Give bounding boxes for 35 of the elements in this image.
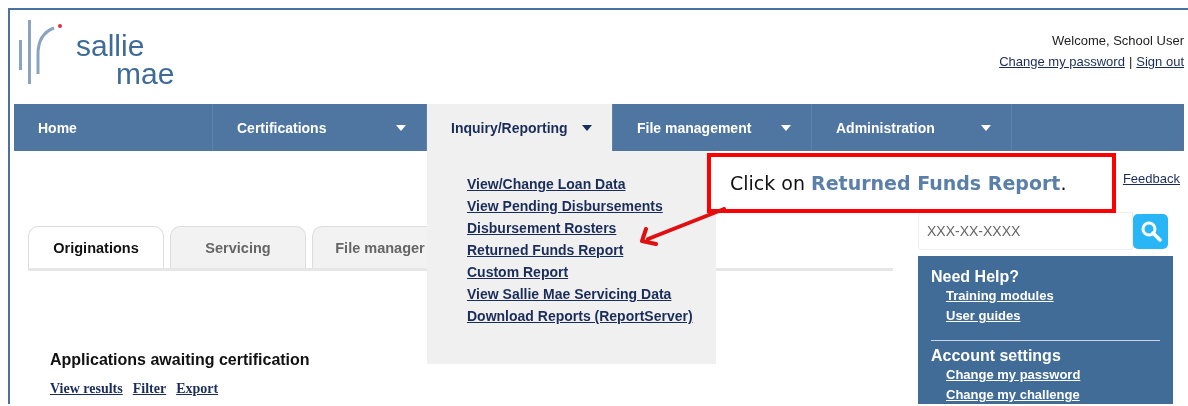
panel-link[interactable]: User guides <box>946 306 1160 326</box>
logo-text: mae <box>115 60 175 88</box>
caret-icon <box>781 124 791 131</box>
panel-link[interactable]: Training modules <box>946 286 1160 306</box>
tab[interactable]: Originations <box>28 226 164 268</box>
welcome-text: Welcome, School User <box>1052 33 1184 48</box>
tab[interactable]: Servicing <box>170 226 306 268</box>
instruction-text: Click on Returned Funds Report. <box>730 172 1067 194</box>
section-title: Applications awaiting certification <box>50 351 310 369</box>
menu-link[interactable]: Custom Report <box>467 261 699 283</box>
search-field[interactable]: XXX-XX-XXXX <box>918 212 1133 250</box>
caret-icon <box>582 124 592 131</box>
caret-icon <box>981 124 991 131</box>
change-password-link[interactable]: Change my password <box>999 54 1125 69</box>
menu-link[interactable]: View Sallie Mae Servicing Data <box>467 283 699 305</box>
panel-link[interactable]: Change my challenge <box>946 385 1160 404</box>
feedback-link[interactable]: Feedback <box>1122 171 1180 186</box>
search-button[interactable] <box>1133 213 1168 249</box>
logo-text: sallie <box>76 32 146 60</box>
menu-link[interactable]: Returned Funds Report <box>467 239 699 261</box>
action-link[interactable]: Export <box>176 381 219 397</box>
panel-heading: Account settings <box>931 347 1062 365</box>
menu-link[interactable]: Disbursement Rosters <box>467 217 699 239</box>
action-link[interactable]: Filter <box>132 381 167 397</box>
separator-text: | <box>1128 54 1133 69</box>
action-link[interactable]: View results <box>50 381 123 397</box>
nav-tab[interactable]: Inquiry/Reporting <box>427 104 613 151</box>
panel-heading: Need Help? <box>931 268 1020 286</box>
menu-link[interactable]: View Pending Disbursements <box>467 195 699 217</box>
search-icon <box>1139 220 1162 242</box>
panel-link[interactable]: Change my password <box>946 365 1160 385</box>
sign-out-link[interactable]: Sign out <box>1136 54 1184 69</box>
menu-link[interactable]: View/Change Loan Data <box>467 173 699 195</box>
caret-icon <box>396 124 406 131</box>
menu-link[interactable]: Download Reports (ReportServer) <box>467 305 699 327</box>
